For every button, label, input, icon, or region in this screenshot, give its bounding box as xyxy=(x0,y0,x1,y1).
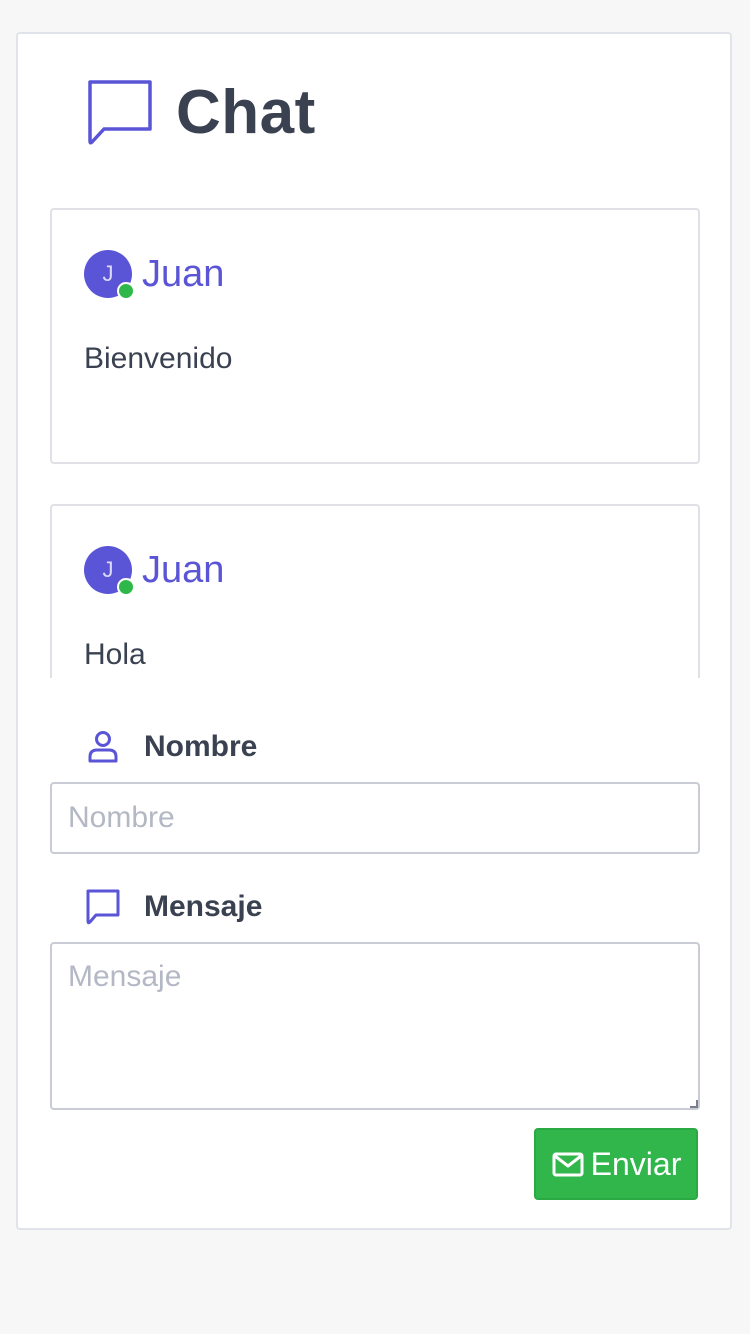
chat-bubble-icon xyxy=(88,80,152,145)
message-card: J Juan Bienvenido xyxy=(50,208,700,464)
name-field-label: Nombre xyxy=(84,728,257,766)
name-input[interactable] xyxy=(50,782,700,854)
message-list[interactable]: J Juan Bienvenido J Juan Hola xyxy=(50,208,702,678)
chat-header: Chat xyxy=(86,78,316,148)
textarea-resize-handle[interactable] xyxy=(690,1100,698,1108)
send-button-label: Enviar xyxy=(590,1145,682,1182)
mail-icon xyxy=(552,1152,584,1177)
avatar: J xyxy=(84,546,135,596)
message-text: Hola xyxy=(84,638,146,671)
message-text: Bienvenido xyxy=(84,342,233,375)
message-label-text: Mensaje xyxy=(144,890,263,923)
message-author: J Juan xyxy=(84,250,225,300)
online-status-dot xyxy=(117,282,135,300)
message-field-label: Mensaje xyxy=(84,888,262,926)
send-button[interactable]: Enviar xyxy=(534,1128,698,1200)
message-card: J Juan Hola xyxy=(50,504,700,678)
chat-card: Chat J Juan Bienvenido J Juan Hola Nombr… xyxy=(16,32,732,1230)
avatar-initial: J xyxy=(102,261,114,286)
page-title: Chat xyxy=(176,78,316,147)
avatar: J xyxy=(84,250,135,300)
chat-bubble-icon xyxy=(86,889,120,925)
message-textarea[interactable] xyxy=(50,942,700,1110)
author-name: Juan xyxy=(142,252,225,295)
author-name: Juan xyxy=(142,548,225,591)
online-status-dot xyxy=(117,578,135,596)
user-icon xyxy=(88,731,118,763)
avatar-initial: J xyxy=(102,557,114,582)
message-author: J Juan xyxy=(84,546,225,596)
name-label-text: Nombre xyxy=(144,730,258,763)
